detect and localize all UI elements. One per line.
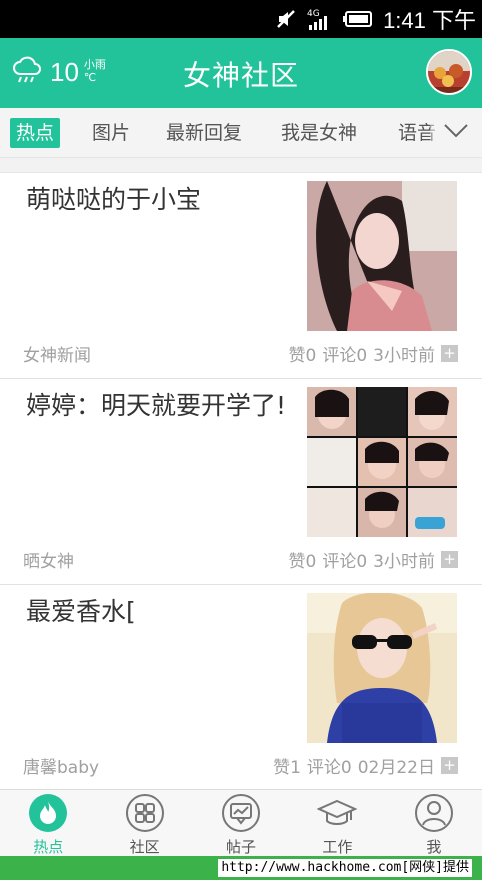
- nav-label: 工作: [322, 838, 353, 856]
- nav-work[interactable]: 工作: [289, 790, 385, 856]
- chat-chart-icon: [221, 793, 261, 833]
- nav-me[interactable]: 我: [386, 790, 482, 856]
- post-item[interactable]: 萌哒哒的于小宝 女神新闻 赞0 评论0 3小时前 +: [0, 173, 482, 379]
- nav-label: 我: [426, 838, 442, 856]
- nav-label: 社区: [129, 838, 160, 856]
- battery-icon: [343, 10, 373, 28]
- post-feed: 萌哒哒的于小宝 女神新闻 赞0 评论0 3小时前 + 婷婷：明天就要开学了! 晒…: [0, 172, 482, 789]
- post-title[interactable]: 最爱香水[: [26, 595, 294, 629]
- post-item[interactable]: 最爱香水[ 唐馨baby 赞1 评论0 02月22日 +: [0, 585, 482, 789]
- signal-icon: 4G: [307, 7, 333, 31]
- graduation-cap-icon: [317, 793, 358, 833]
- chevron-down-icon: [443, 123, 469, 143]
- tab-hot[interactable]: 热点: [10, 118, 61, 148]
- post-time: 3小时前: [373, 346, 435, 366]
- plus-icon[interactable]: +: [441, 551, 458, 568]
- watermark-text: http://www.hackhome.com[网侠]提供: [218, 859, 472, 877]
- like-count: 赞0: [288, 552, 317, 572]
- post-thumbnail[interactable]: [307, 593, 457, 743]
- post-title[interactable]: 婷婷：明天就要开学了!: [26, 389, 294, 423]
- app-header: 10 小雨 ℃ 女神社区: [0, 38, 482, 108]
- post-thumbnail[interactable]: [307, 181, 457, 331]
- comment-count: 评论0: [322, 346, 368, 366]
- plus-icon[interactable]: +: [441, 345, 458, 362]
- category-tabs: 热点 图片 最新回复 我是女神 语音: [0, 108, 482, 158]
- watermark-bar: http://www.hackhome.com[网侠]提供: [0, 856, 482, 880]
- post-meta: 赞1 评论0 02月22日 +: [267, 753, 458, 778]
- nav-hot[interactable]: 热点: [0, 790, 96, 856]
- tab-pictures[interactable]: 图片: [92, 118, 130, 148]
- expand-tabs-button[interactable]: [430, 108, 482, 157]
- post-thumbnail[interactable]: [307, 387, 457, 537]
- status-bar: 4G 1:41 下午: [0, 0, 482, 38]
- comment-count: 评论0: [306, 758, 352, 778]
- post-time: 02月22日: [357, 758, 435, 778]
- nav-posts[interactable]: 帖子: [193, 790, 289, 856]
- comment-count: 评论0: [322, 552, 368, 572]
- status-time: 1:41 下午: [383, 8, 476, 33]
- nav-community[interactable]: 社区: [96, 790, 192, 856]
- nav-label: 热点: [33, 838, 64, 856]
- like-count: 赞1: [273, 758, 301, 778]
- flame-icon: [28, 793, 68, 833]
- post-title[interactable]: 萌哒哒的于小宝: [26, 183, 294, 217]
- mute-icon: [275, 8, 297, 30]
- post-meta: 赞0 评论0 3小时前 +: [283, 341, 458, 366]
- network-type-label: 4G: [307, 9, 320, 19]
- grid-icon: [125, 793, 165, 833]
- post-source[interactable]: 晒女神: [23, 547, 74, 572]
- post-time: 3小时前: [373, 552, 435, 572]
- post-source[interactable]: 女神新闻: [23, 341, 91, 366]
- app-title: 女神社区: [182, 59, 299, 92]
- nav-label: 帖子: [226, 838, 257, 856]
- bottom-nav: 热点 社区 帖子 工作 我: [0, 789, 482, 856]
- avatar[interactable]: [426, 49, 472, 95]
- tab-latest-replies[interactable]: 最新回复: [166, 118, 242, 148]
- person-icon: [414, 793, 454, 833]
- like-count: 赞0: [288, 346, 317, 366]
- post-meta: 赞0 评论0 3小时前 +: [283, 547, 458, 572]
- post-source[interactable]: 唐馨baby: [23, 753, 99, 778]
- tab-i-am-goddess[interactable]: 我是女神: [281, 118, 357, 148]
- post-item[interactable]: 婷婷：明天就要开学了! 晒女神 赞0 评论0 3小时前 +: [0, 379, 482, 585]
- plus-icon[interactable]: +: [441, 757, 458, 774]
